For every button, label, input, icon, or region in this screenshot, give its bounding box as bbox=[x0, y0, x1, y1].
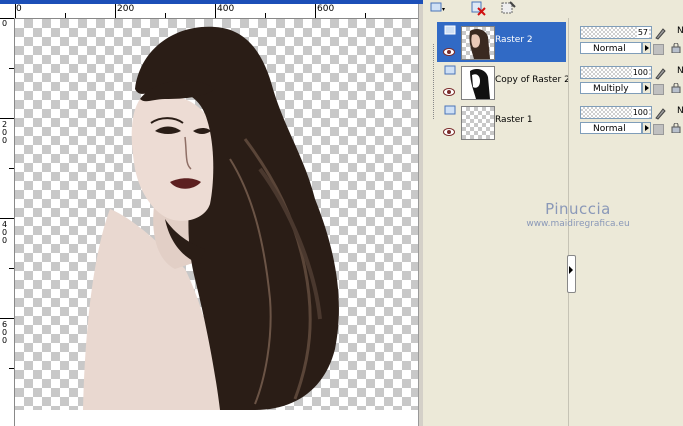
vruler-label-400: 4 0 0 bbox=[1, 220, 8, 245]
layer-thumbnail bbox=[461, 66, 495, 100]
layer-name: Raster 2 bbox=[495, 35, 533, 45]
opacity-value: 100 bbox=[631, 107, 649, 118]
lock-icon[interactable] bbox=[671, 82, 681, 94]
watermark-url: www.maidiregrafica.eu bbox=[526, 219, 630, 229]
horizontal-ruler: 0 200 400 600 bbox=[0, 4, 423, 19]
layer-row-raster-2[interactable]: Raster 2 bbox=[437, 22, 566, 62]
layer-thumbnail bbox=[461, 26, 495, 60]
layer-props-raster-1: 100 Normal N bbox=[577, 102, 683, 142]
watermark-name: Pinuccia bbox=[545, 200, 611, 218]
ruler-label-0: 0 bbox=[16, 4, 22, 14]
visibility-eye-icon[interactable] bbox=[443, 128, 455, 136]
edit-brush-icon[interactable] bbox=[653, 26, 667, 40]
layer-thumbnail bbox=[461, 106, 495, 140]
ruler-label-600: 600 bbox=[317, 4, 335, 14]
layer-type-icon bbox=[444, 65, 456, 77]
opacity-slider[interactable]: 100 bbox=[580, 66, 652, 79]
opacity-value: 57 bbox=[636, 27, 649, 38]
blend-mode-select[interactable]: Normal bbox=[580, 42, 642, 54]
layer-type-icon bbox=[444, 25, 456, 37]
layers-toolbar bbox=[423, 0, 683, 18]
canvas-area[interactable]: 0 200 400 600 0 2 0 0 4 0 0 6 0 0 bbox=[0, 0, 423, 426]
expand-arrow-icon[interactable] bbox=[569, 266, 573, 274]
delete-layer-icon[interactable] bbox=[468, 0, 488, 16]
ruler-label-400: 400 bbox=[217, 4, 235, 14]
layer-props-raster-2: 57 Normal N bbox=[577, 22, 683, 62]
props-suffix: N bbox=[677, 26, 683, 36]
portrait-image bbox=[83, 26, 339, 410]
lock-icon[interactable] bbox=[671, 42, 681, 54]
layer-group-line bbox=[433, 44, 434, 119]
vertical-ruler: 0 2 0 0 4 0 0 6 0 0 bbox=[0, 18, 15, 426]
lock-transparency-icon[interactable] bbox=[653, 84, 664, 95]
layer-properties-icon[interactable] bbox=[498, 0, 518, 16]
visibility-eye-icon[interactable] bbox=[443, 48, 455, 56]
blend-mode-arrow-icon[interactable] bbox=[642, 42, 651, 54]
blend-mode-arrow-icon[interactable] bbox=[642, 122, 651, 134]
opacity-slider[interactable]: 100 bbox=[580, 106, 652, 119]
props-suffix: N bbox=[677, 66, 683, 76]
vertical-scrollbar[interactable] bbox=[418, 4, 423, 426]
new-layer-icon[interactable] bbox=[428, 0, 448, 16]
props-suffix: N bbox=[677, 106, 683, 116]
blend-mode-select[interactable]: Multiply bbox=[580, 82, 642, 94]
edit-brush-icon[interactable] bbox=[653, 66, 667, 80]
opacity-value: 100 bbox=[631, 67, 649, 78]
layer-row-raster-1[interactable]: Raster 1 bbox=[437, 102, 566, 142]
edit-brush-icon[interactable] bbox=[653, 106, 667, 120]
watermark: Pinuccia www.maidiregrafica.eu bbox=[508, 200, 648, 230]
splitter-handle[interactable] bbox=[567, 255, 576, 293]
layer-type-icon bbox=[444, 105, 456, 117]
blend-mode-arrow-icon[interactable] bbox=[642, 82, 651, 94]
vruler-label-600: 6 0 0 bbox=[1, 320, 8, 345]
layer-row-copy-of-raster-2[interactable]: Copy of Raster 2 bbox=[437, 62, 570, 102]
ruler-label-200: 200 bbox=[117, 4, 135, 14]
layer-name: Raster 1 bbox=[495, 115, 533, 125]
opacity-slider[interactable]: 57 bbox=[580, 26, 652, 39]
vruler-label-0: 0 bbox=[1, 19, 8, 28]
lock-icon[interactable] bbox=[671, 122, 681, 134]
lock-transparency-icon[interactable] bbox=[653, 124, 664, 135]
transparent-canvas[interactable] bbox=[15, 19, 418, 410]
vruler-label-200: 2 0 0 bbox=[1, 120, 8, 145]
lock-transparency-icon[interactable] bbox=[653, 44, 664, 55]
blend-mode-select[interactable]: Normal bbox=[580, 122, 642, 134]
layer-props-copy-of-raster-2: 100 Multiply N bbox=[577, 62, 683, 102]
visibility-eye-icon[interactable] bbox=[443, 88, 455, 96]
layer-name: Copy of Raster 2 bbox=[495, 75, 570, 85]
